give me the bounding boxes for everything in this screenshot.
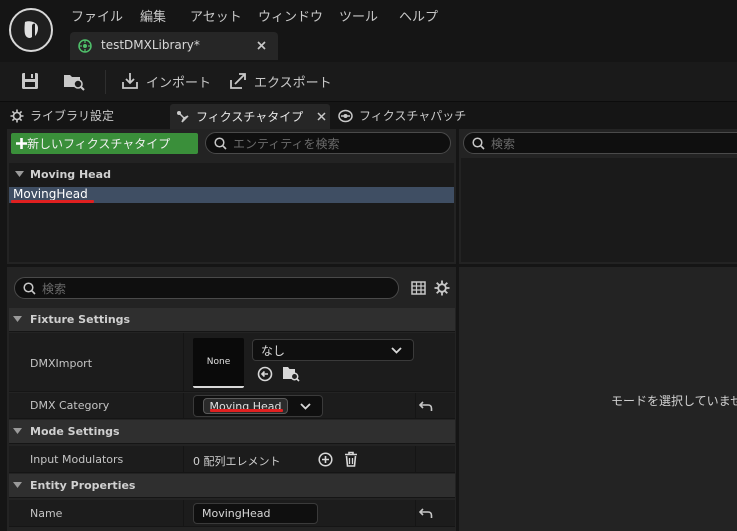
chevron-down-icon xyxy=(13,316,22,323)
column-divider xyxy=(415,500,416,527)
gear-icon[interactable] xyxy=(434,280,450,296)
red-underline-annotation xyxy=(11,200,94,203)
section-fixture-settings[interactable]: Fixture Settings xyxy=(9,308,455,332)
section-mode-settings[interactable]: Mode Settings xyxy=(9,420,455,444)
save-icon[interactable] xyxy=(20,71,40,91)
tab-library-settings[interactable]: ライブラリ設定 xyxy=(10,103,170,128)
fixture-type-icon xyxy=(176,110,190,124)
toolbar xyxy=(0,62,737,102)
export-label: エクスポート xyxy=(254,75,332,91)
chevron-down-icon xyxy=(391,347,402,354)
dmx-import-asset-picker[interactable]: なし xyxy=(252,339,414,361)
chevron-down-icon xyxy=(13,428,22,435)
menu-help[interactable]: ヘルプ xyxy=(399,6,438,25)
details-search-placeholder: 検索 xyxy=(42,281,67,296)
reset-to-default-icon[interactable] xyxy=(419,507,433,519)
category-header[interactable]: Moving Head xyxy=(9,164,454,184)
import-icon xyxy=(120,71,140,91)
search-icon xyxy=(23,281,36,295)
dmx-import-label: DMXImport xyxy=(30,357,93,370)
close-tab-icon[interactable] xyxy=(317,112,326,121)
chevron-down-icon xyxy=(300,403,311,410)
chevron-down-icon xyxy=(13,482,22,489)
section-entity-properties-label: Entity Properties xyxy=(30,479,136,492)
tab-fixture-types[interactable]: フィクスチャタイプ xyxy=(170,104,330,129)
red-underline-annotation xyxy=(210,409,283,412)
entity-search-placeholder: エンティティを検索 xyxy=(233,136,340,151)
right-search-placeholder: 検索 xyxy=(491,136,516,151)
toolbar-separator xyxy=(105,70,106,94)
menu-edit[interactable]: 編集 xyxy=(140,6,166,25)
list-item-label: MovingHead xyxy=(13,187,88,201)
new-fixture-type-label: 新しいフィクスチャタイプ xyxy=(27,137,171,151)
tab-fixture-patches-label: フィクスチャパッチ xyxy=(359,109,467,123)
asset-thumbnail[interactable]: None xyxy=(193,338,244,388)
name-label: Name xyxy=(30,507,63,520)
fixture-patch-icon xyxy=(338,109,353,123)
import-button[interactable]: インポート xyxy=(120,70,211,92)
add-element-icon[interactable] xyxy=(318,452,333,467)
dmx-library-icon xyxy=(78,39,92,53)
plus-icon xyxy=(15,137,28,150)
column-divider xyxy=(415,393,416,419)
gear-icon xyxy=(10,109,24,123)
chevron-down-icon xyxy=(15,170,24,178)
tab-fixture-patches[interactable]: フィクスチャパッチ xyxy=(338,103,478,128)
section-fixture-settings-label: Fixture Settings xyxy=(30,313,131,326)
fixture-patch-list xyxy=(461,158,737,262)
use-selected-asset-icon[interactable] xyxy=(257,366,273,382)
browse-folder-icon[interactable] xyxy=(62,70,86,92)
menu-file[interactable]: ファイル xyxy=(71,6,123,25)
dmx-category-dropdown[interactable]: Moving Head xyxy=(193,395,323,417)
tab-library-settings-label: ライブラリ設定 xyxy=(30,109,115,123)
no-mode-selected-message: モードを選択していませ xyxy=(611,394,737,408)
details-search-input[interactable]: 検索 xyxy=(14,277,399,299)
unreal-logo-icon[interactable] xyxy=(9,8,53,52)
column-divider xyxy=(183,446,184,473)
section-entity-properties[interactable]: Entity Properties xyxy=(9,474,455,498)
menu-asset[interactable]: アセット xyxy=(190,6,242,25)
document-tab[interactable]: testDMXLibrary* xyxy=(70,32,278,60)
close-tab-icon[interactable] xyxy=(256,40,267,51)
input-modulators-label: Input Modulators xyxy=(30,453,124,466)
trash-icon[interactable] xyxy=(344,451,358,467)
import-label: インポート xyxy=(146,75,212,91)
column-divider xyxy=(183,393,184,419)
new-fixture-type-button[interactable]: 新しいフィクスチャタイプ xyxy=(11,133,198,154)
reset-to-default-icon[interactable] xyxy=(419,400,433,412)
entity-search-input[interactable]: エンティティを検索 xyxy=(205,132,451,154)
search-icon xyxy=(214,136,227,150)
menu-window[interactable]: ウィンドウ xyxy=(258,6,323,25)
section-mode-settings-label: Mode Settings xyxy=(30,425,120,438)
name-value: MovingHead xyxy=(202,507,271,520)
search-icon xyxy=(472,136,485,150)
input-modulators-value: 0 配列エレメント xyxy=(193,455,281,468)
column-divider xyxy=(183,333,184,392)
tab-fixture-types-label: フィクスチャタイプ xyxy=(196,110,304,124)
column-divider xyxy=(183,500,184,527)
mode-panel: モードを選択していませ xyxy=(459,267,737,531)
asset-thumbnail-label: None xyxy=(206,357,231,367)
export-icon xyxy=(228,71,248,91)
name-input[interactable]: MovingHead xyxy=(193,503,318,524)
category-label: Moving Head xyxy=(30,167,111,181)
dmx-category-label: DMX Category xyxy=(30,399,110,412)
browse-asset-icon[interactable] xyxy=(282,365,300,382)
export-button[interactable]: エクスポート xyxy=(228,70,332,92)
right-search-input[interactable]: 検索 xyxy=(463,132,737,154)
menu-tools[interactable]: ツール xyxy=(339,6,378,25)
column-divider xyxy=(415,446,416,473)
table-view-icon[interactable] xyxy=(411,281,426,295)
document-tab-title: testDMXLibrary* xyxy=(101,38,200,52)
dmx-import-value: なし xyxy=(261,343,286,358)
